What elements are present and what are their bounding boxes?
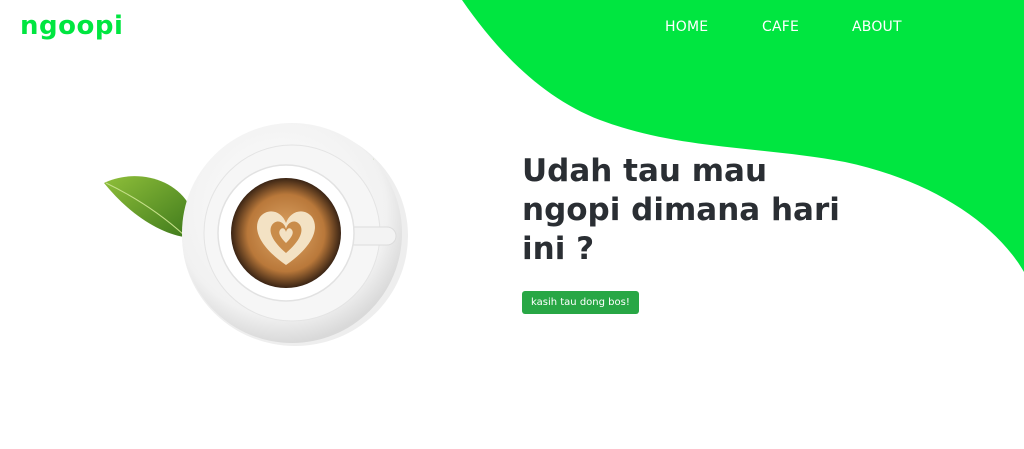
nav-item-home[interactable]: HOME [665,19,708,35]
cta-button[interactable]: kasih tau dong bos! [522,291,639,314]
landing-page: ngoopi HOME CAFE ABOUT Udah tau mau ngop… [0,0,1024,449]
hero-headline: Udah tau mau ngopi dimana hari ini ? [522,153,840,267]
main-nav: HOME CAFE ABOUT [0,19,1024,39]
nav-item-cafe[interactable]: CAFE [762,19,799,35]
nav-item-about[interactable]: ABOUT [852,19,902,35]
coffee-cup-image [100,115,420,355]
